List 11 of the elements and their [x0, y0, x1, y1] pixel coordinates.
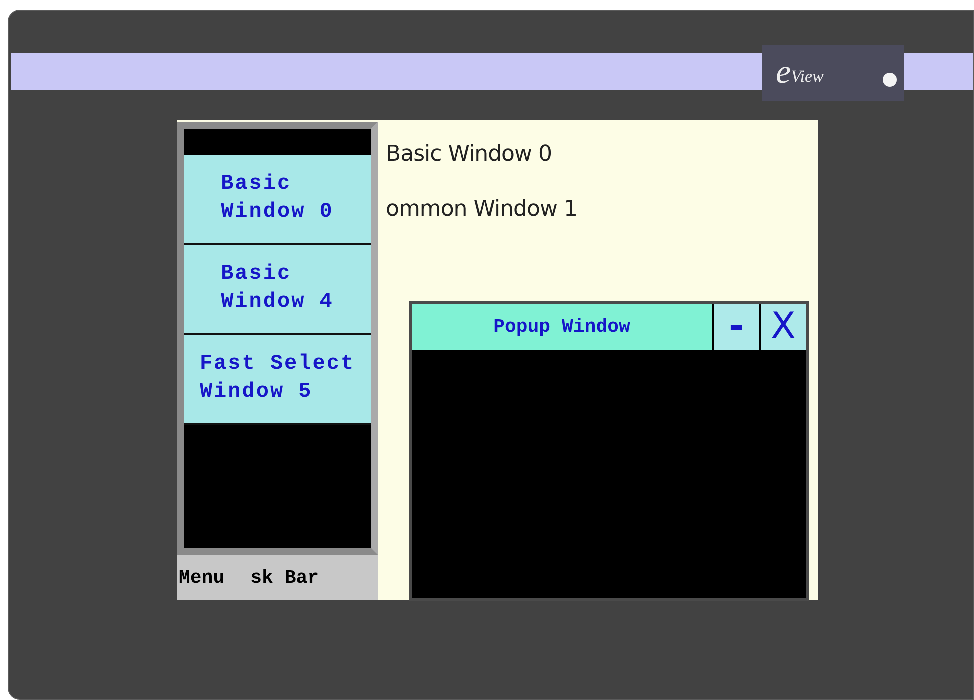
- task-bar-label: Menu: [179, 566, 225, 588]
- logo: eView: [762, 45, 904, 101]
- menu-item[interactable]: Basic Window 4: [184, 245, 371, 335]
- menu-item[interactable]: Basic Window 0: [184, 155, 371, 245]
- window-label: Basic Window 0: [386, 142, 553, 167]
- menu-item[interactable]: Fast Select Window 5: [184, 335, 371, 425]
- minimize-button[interactable]: -: [714, 304, 759, 350]
- popup-title: Popup Window: [412, 304, 712, 350]
- window-label: ommon Window 1: [386, 197, 578, 222]
- task-bar-label: sk Bar: [250, 566, 320, 588]
- close-button[interactable]: X: [761, 304, 806, 350]
